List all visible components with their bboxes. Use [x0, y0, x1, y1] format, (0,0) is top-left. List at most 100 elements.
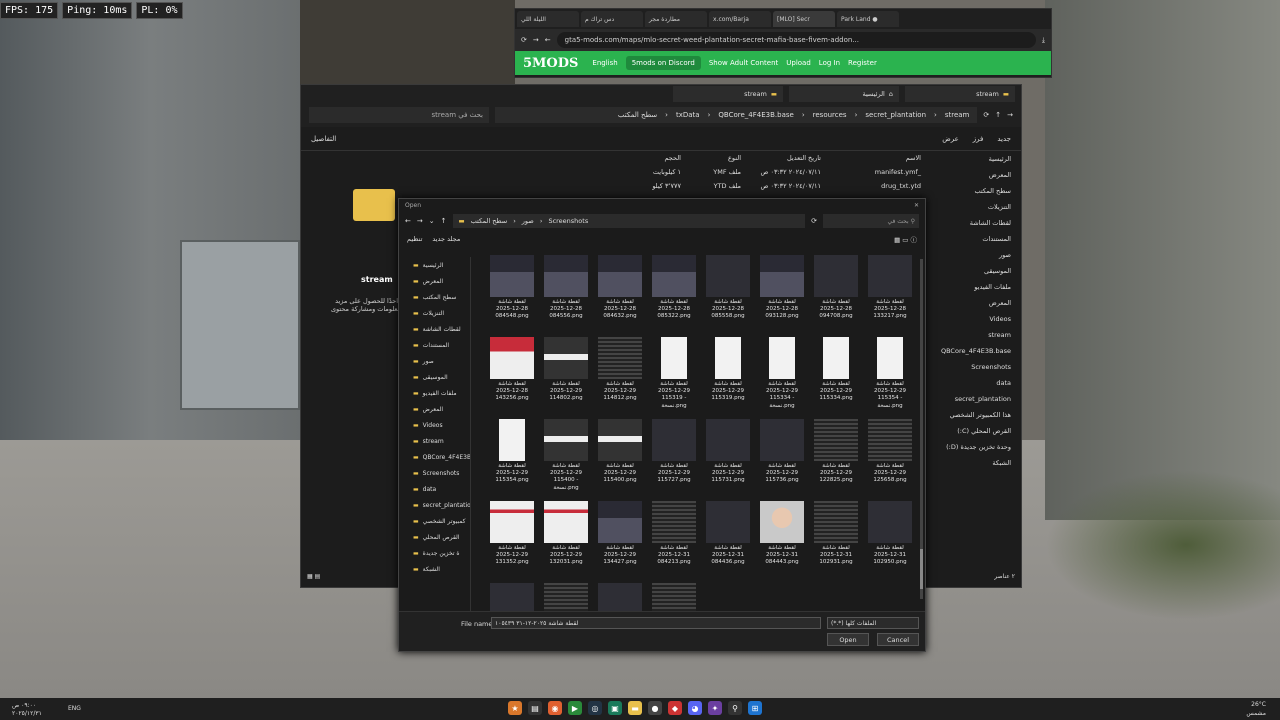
sidebar-item[interactable]: ▬ المستندات	[399, 337, 470, 353]
dialog-search[interactable]: بحث في ⚲	[823, 214, 919, 228]
sidebar-item[interactable]: المعرض	[925, 167, 1021, 183]
file-item[interactable]: لقطة شاشة 2025-12-29 134427.png	[593, 501, 647, 583]
sidebar-item[interactable]: ▬ التنزيلات	[399, 305, 470, 321]
sidebar-item[interactable]: ▬ المعرض	[399, 273, 470, 289]
explorer-tab[interactable]: stream ▬	[905, 86, 1015, 102]
file-item[interactable]: لقطة شاشة 2025-12-29 115354.png	[485, 419, 539, 501]
clock-time[interactable]: ٠٩:٠٠ ص	[12, 702, 36, 709]
file-item[interactable]: لقطة شاشة 2025-12-29 132031.png	[539, 501, 593, 583]
adult-content-toggle[interactable]: Show Adult Content	[709, 59, 778, 67]
browser-tab[interactable]: مطاردة مجر	[645, 11, 707, 27]
sidebar-item[interactable]: QBCore_4F4E3B.base	[925, 343, 1021, 359]
file-item[interactable]: لقطة شاشة 2025-12-31 084436.png	[701, 501, 755, 583]
back-icon[interactable]: ←	[405, 217, 411, 225]
site-logo[interactable]: 5MODS	[523, 56, 578, 71]
filetype-select[interactable]: (*.*) الملفات كلها	[827, 617, 919, 629]
file-item[interactable]: لقطة شاشة 2025-12-29 115334.png	[809, 337, 863, 419]
details-button[interactable]: التفاصيل	[311, 135, 336, 143]
sidebar-item[interactable]: ▬ القرص المحلي	[399, 529, 470, 545]
file-item[interactable]: لقطة شاشة 2025-12-28 084632.png	[593, 255, 647, 337]
file-item[interactable]: لقطة شاشة 2025-12-28 143256.png	[485, 337, 539, 419]
filename-input[interactable]: لقطة شاشة ٢٠٢٥-١٢-٣١ ١٠٥٤٣٩	[491, 617, 821, 629]
sidebar-item[interactable]: ▬ data	[399, 481, 470, 497]
browser-tab-active[interactable]: [MLO] Secr	[773, 11, 835, 27]
sidebar-item[interactable]: ▬ الموسيقى	[399, 369, 470, 385]
file-item[interactable]: لقطة شاشة 2025-12-28 094708.png	[809, 255, 863, 337]
refresh-icon[interactable]: ⟳	[811, 217, 817, 225]
refresh-icon[interactable]: ⟳	[983, 111, 989, 119]
file-item[interactable]: لقطة شاشة 2025-12-31 084213.png	[647, 501, 701, 583]
column-header[interactable]: الحجم	[601, 154, 681, 162]
weather-temp[interactable]: 26°C	[1251, 701, 1266, 708]
explorer-tab[interactable]: stream ▬	[673, 86, 783, 102]
sidebar-item[interactable]: ▬ QBCore_4F4E3B	[399, 449, 470, 465]
app-icon[interactable]: ▤	[528, 701, 542, 715]
windows-icon[interactable]: ⊞	[748, 701, 762, 715]
reload-icon[interactable]: ⟳	[521, 36, 527, 44]
sidebar-item[interactable]: Videos	[925, 311, 1021, 327]
upload-link[interactable]: Upload	[786, 59, 811, 67]
sidebar-item[interactable]: المستندات	[925, 231, 1021, 247]
close-icon[interactable]: ✕	[914, 202, 919, 209]
file-item[interactable]: لقطة شاشة 2025-12-29 115319 - نسخة.png	[647, 337, 701, 419]
sidebar-item[interactable]: ▬ Videos	[399, 417, 470, 433]
file-item[interactable]: لقطة شاشة 2025-12-29 115731.png	[701, 419, 755, 501]
cancel-button[interactable]: Cancel	[877, 633, 919, 646]
view-options-icon[interactable]: ▦ ▭ ⓘ	[894, 234, 917, 244]
crumb[interactable]: سطح المكتب	[618, 111, 657, 119]
sidebar-item[interactable]: لقطات الشاشة	[925, 215, 1021, 231]
app-icon[interactable]: ◉	[548, 701, 562, 715]
sidebar-item[interactable]: التنزيلات	[925, 199, 1021, 215]
file-item[interactable]: لقطة شاشة 2025-12-28 084556.png	[539, 255, 593, 337]
steam-icon[interactable]: ◎	[588, 701, 602, 715]
browser-tab[interactable]: دس تراك م	[581, 11, 643, 27]
back-icon[interactable]: →	[1007, 111, 1013, 119]
sidebar-item[interactable]: data	[925, 375, 1021, 391]
crumb[interactable]: صور	[522, 217, 534, 225]
dialog-breadcrumb[interactable]: ▬ سطح المكتب › صور › Screenshots	[452, 214, 806, 228]
chrome-icon[interactable]: ●	[648, 701, 662, 715]
file-item[interactable]: لقطة شاشة 2025-12-31 102950.png	[863, 501, 917, 583]
sidebar-item[interactable]: الرئيسية	[925, 151, 1021, 167]
sidebar-item[interactable]: ▬ stream	[399, 433, 470, 449]
search-icon[interactable]: ⚲	[728, 701, 742, 715]
crumb[interactable]: سطح المكتب	[471, 217, 508, 225]
file-item[interactable]: لقطة شاشة 2025-12-29 125658.png	[863, 419, 917, 501]
file-item[interactable]: لقطة شاشة 2025-12-29 115319.png	[701, 337, 755, 419]
file-item[interactable]: لقطة شاشة 2025-12-29 115727.png	[647, 419, 701, 501]
file-item[interactable]: لقطة شاشة 2025-12-28 085322.png	[647, 255, 701, 337]
open-button[interactable]: Open	[827, 633, 869, 646]
file-item[interactable]: لقطة شاشة 2025-12-29 115334 - نسخة.png	[755, 337, 809, 419]
file-item[interactable]: لقطة شاشة 2025-12-29 131352.png	[485, 501, 539, 583]
file-item[interactable]: لقطة شاشة 2025-12-31 084443.png	[755, 501, 809, 583]
sidebar-item[interactable]: ▬ لقطات الشاشة	[399, 321, 470, 337]
app-icon[interactable]: ▶	[568, 701, 582, 715]
breadcrumb[interactable]: stream ‹ secret_plantation ‹ resources ‹ QB…	[495, 107, 978, 123]
sidebar-item[interactable]: ملفات الفيديو	[925, 279, 1021, 295]
sidebar-item[interactable]: هذا الكمبيوتر الشخصي	[925, 407, 1021, 423]
forward-icon[interactable]: →	[417, 217, 423, 225]
sidebar-item[interactable]: ▬ ة تخزين جديدة	[399, 545, 470, 561]
sort-button[interactable]: فرز	[973, 135, 984, 143]
column-header[interactable]: النوع	[681, 154, 741, 162]
sidebar-item[interactable]: ▬ ملفات الفيديو	[399, 385, 470, 401]
file-item[interactable]: لقطة شاشة 2025-12-29 115400.png	[593, 419, 647, 501]
table-row[interactable]: drug_txt.ytd ٢٠٢٤/٠٧/١١ ٠٣:٣٢ ص ملف YTD …	[451, 179, 921, 193]
crumb[interactable]: Screenshots	[548, 217, 588, 225]
sidebar-item[interactable]: وحدة تخزين جديدة (D:)	[925, 439, 1021, 455]
column-header[interactable]: الاسم	[821, 154, 921, 162]
register-link[interactable]: Register	[848, 59, 877, 67]
sidebar-item[interactable]: ▬ secret_plantatio	[399, 497, 470, 513]
file-item[interactable]: لقطة شاشة 2025-12-28 084548.png	[485, 255, 539, 337]
sidebar-item[interactable]: stream	[925, 327, 1021, 343]
folder-icon[interactable]: ▬	[628, 701, 642, 715]
file-item[interactable]: لقطة شاشة 2025-12-29 114812.png	[593, 337, 647, 419]
up-icon[interactable]: ↑	[441, 217, 447, 225]
explorer-tab[interactable]: الرئيسية ⌂	[789, 86, 899, 102]
url-field[interactable]: gta5-mods.com/maps/mlo-secret-weed-plant…	[556, 32, 1036, 48]
sidebar-item[interactable]: ▬ سطح المكتب	[399, 289, 470, 305]
sidebar-item[interactable]: Screenshots	[925, 359, 1021, 375]
chevron-down-icon[interactable]: ⌄	[429, 217, 435, 225]
clock-date[interactable]: ٢٠٢٥/١٢/٣١	[12, 710, 42, 717]
file-item[interactable]: لقطة شاشة 2025-12-31 102931.png	[809, 501, 863, 583]
